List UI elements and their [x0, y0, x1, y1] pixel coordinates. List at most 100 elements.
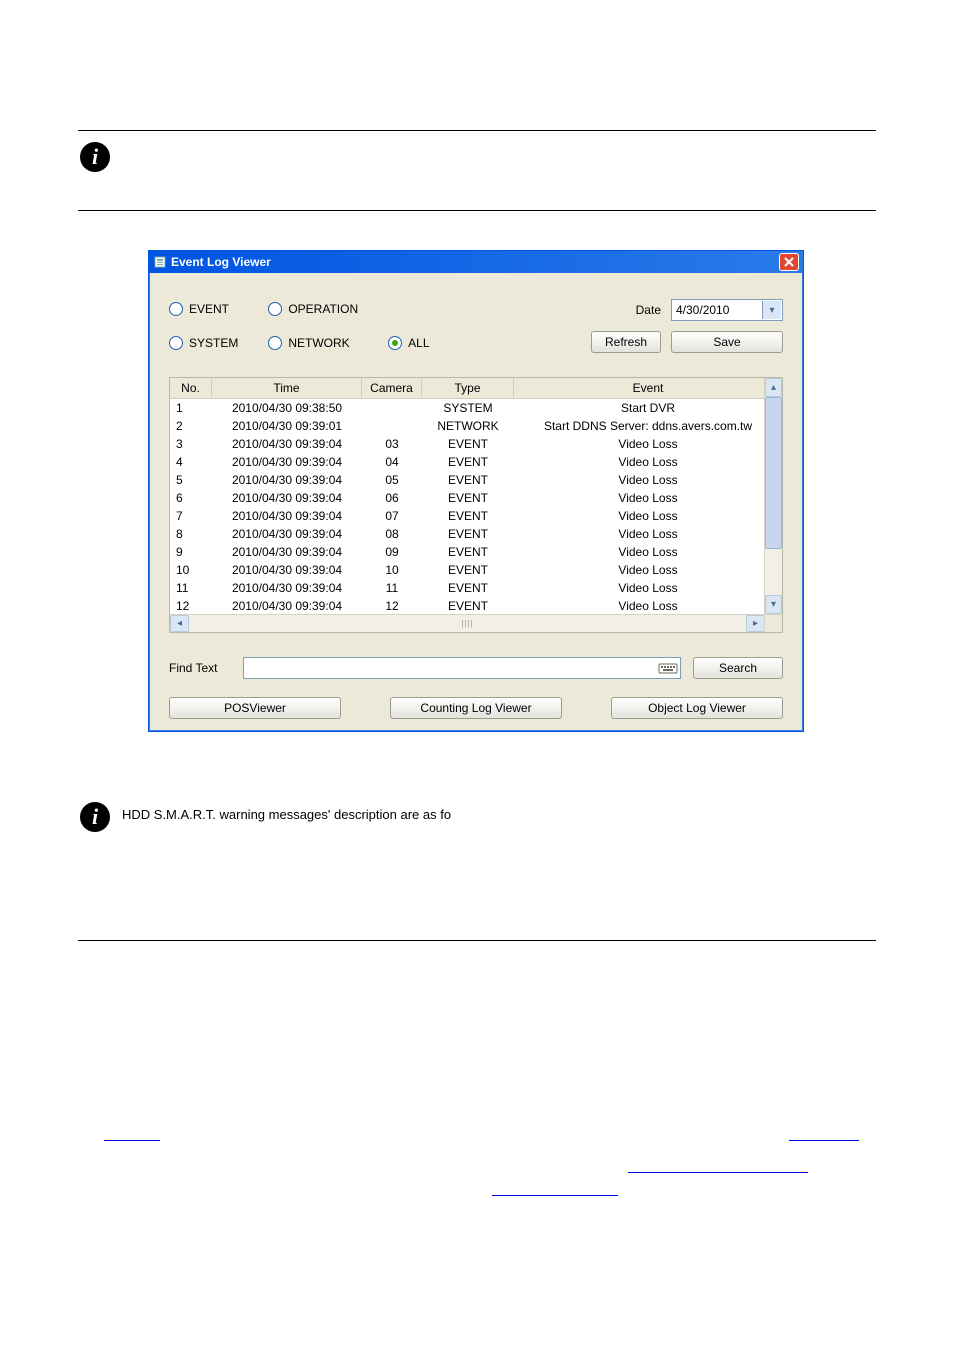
info-icon: i [80, 802, 110, 832]
col-time[interactable]: Time [212, 378, 362, 398]
cell-no: 5 [170, 471, 212, 489]
object-log-viewer-button[interactable]: Object Log Viewer [611, 697, 783, 719]
cell-event: Video Loss [514, 597, 782, 615]
table-row[interactable]: 42010/04/30 09:39:0404EVENTVideo Loss [170, 453, 782, 471]
scroll-left-button[interactable]: ◂ [170, 615, 189, 632]
table-row[interactable]: 12010/04/30 09:38:50SYSTEMStart DVR [170, 399, 782, 417]
cell-camera: 05 [362, 471, 422, 489]
counting-log-viewer-button[interactable]: Counting Log Viewer [390, 697, 562, 719]
chevron-right-icon: ▸ [753, 618, 758, 629]
cell-type: EVENT [422, 489, 514, 507]
cell-time: 2010/04/30 09:39:04 [212, 579, 362, 597]
col-no[interactable]: No. [170, 378, 212, 398]
cell-event: Video Loss [514, 489, 782, 507]
cell-time: 2010/04/30 09:39:04 [212, 597, 362, 615]
close-button[interactable] [779, 253, 799, 271]
table-row[interactable]: 102010/04/30 09:39:0410EVENTVideo Loss [170, 561, 782, 579]
cell-event: Video Loss [514, 453, 782, 471]
cell-time: 2010/04/30 09:39:04 [212, 525, 362, 543]
radio-system[interactable]: SYSTEM [169, 336, 238, 350]
scroll-right-button[interactable]: ▸ [746, 615, 765, 632]
scroll-up-button[interactable]: ▴ [765, 378, 782, 397]
cell-time: 2010/04/30 09:39:04 [212, 507, 362, 525]
cell-type: EVENT [422, 525, 514, 543]
cell-no: 11 [170, 579, 212, 597]
scroll-down-button[interactable]: ▾ [765, 595, 782, 614]
table-row[interactable]: 72010/04/30 09:39:0407EVENTVideo Loss [170, 507, 782, 525]
radio-system-label: SYSTEM [189, 336, 238, 350]
posviewer-button[interactable]: POSViewer [169, 697, 341, 719]
divider-top-2 [78, 210, 876, 211]
cell-camera: 10 [362, 561, 422, 579]
radio-all-label: ALL [408, 336, 429, 350]
table-row[interactable]: 32010/04/30 09:39:0403EVENTVideo Loss [170, 435, 782, 453]
table-row[interactable]: 62010/04/30 09:39:0406EVENTVideo Loss [170, 489, 782, 507]
scroll-h-track[interactable]: |||| [189, 615, 746, 632]
table-header: No. Time Camera Type Event [170, 378, 782, 399]
cell-camera: 11 [362, 579, 422, 597]
col-event[interactable]: Event [514, 378, 782, 398]
save-button[interactable]: Save [671, 331, 783, 353]
cell-type: NETWORK [422, 417, 514, 435]
cell-no: 8 [170, 525, 212, 543]
radio-dot-icon [169, 336, 183, 350]
date-picker[interactable]: ▾ [671, 299, 783, 321]
chevron-left-icon: ◂ [177, 618, 182, 629]
chevron-up-icon: ▴ [771, 382, 776, 393]
radio-network-label: NETWORK [288, 336, 349, 350]
radio-all[interactable]: ALL [388, 336, 429, 350]
cell-camera: 07 [362, 507, 422, 525]
radio-operation[interactable]: OPERATION [268, 302, 358, 316]
radio-dot-icon [268, 302, 282, 316]
cell-no: 7 [170, 507, 212, 525]
cell-time: 2010/04/30 09:38:50 [212, 399, 362, 417]
find-text-input[interactable] [244, 659, 658, 677]
cell-type: EVENT [422, 579, 514, 597]
cell-time: 2010/04/30 09:39:04 [212, 489, 362, 507]
table-row[interactable]: 82010/04/30 09:39:0408EVENTVideo Loss [170, 525, 782, 543]
find-text-field[interactable] [243, 657, 681, 679]
radio-network[interactable]: NETWORK [268, 336, 358, 350]
link-underline[interactable] [492, 1181, 618, 1196]
cell-type: EVENT [422, 453, 514, 471]
cell-event: Video Loss [514, 435, 782, 453]
cell-event: Start DDNS Server: ddns.avers.com.tw [514, 417, 782, 435]
window-title: Event Log Viewer [171, 255, 271, 269]
radio-dot-icon [169, 302, 183, 316]
table-row[interactable]: 22010/04/30 09:39:01NETWORKStart DDNS Se… [170, 417, 782, 435]
cell-time: 2010/04/30 09:39:01 [212, 417, 362, 435]
link-underline[interactable] [789, 1126, 859, 1144]
cell-camera: 09 [362, 543, 422, 561]
cell-time: 2010/04/30 09:39:04 [212, 543, 362, 561]
refresh-button[interactable]: Refresh [591, 331, 661, 353]
scroll-thumb[interactable] [765, 397, 782, 549]
cell-camera: 12 [362, 597, 422, 615]
cell-type: SYSTEM [422, 399, 514, 417]
cell-no: 6 [170, 489, 212, 507]
window-icon [153, 255, 167, 269]
table-row[interactable]: 92010/04/30 09:39:0409EVENTVideo Loss [170, 543, 782, 561]
cell-type: EVENT [422, 597, 514, 615]
search-button[interactable]: Search [693, 657, 783, 679]
event-log-table: No. Time Camera Type Event 12010/04/30 0… [169, 377, 783, 633]
col-type[interactable]: Type [422, 378, 514, 398]
cell-event: Video Loss [514, 579, 782, 597]
col-camera[interactable]: Camera [362, 378, 422, 398]
link-underline[interactable] [628, 1158, 808, 1173]
radio-event[interactable]: EVENT [169, 302, 238, 316]
cell-event: Video Loss [514, 471, 782, 489]
table-row[interactable]: 112010/04/30 09:39:0411EVENTVideo Loss [170, 579, 782, 597]
cell-type: EVENT [422, 561, 514, 579]
find-text-label: Find Text [169, 661, 231, 675]
cell-camera: 03 [362, 435, 422, 453]
date-input[interactable] [672, 303, 762, 317]
date-dropdown-button[interactable]: ▾ [762, 301, 781, 319]
cell-time: 2010/04/30 09:39:04 [212, 435, 362, 453]
link-underline[interactable] [104, 1126, 160, 1141]
horizontal-scrollbar[interactable]: ◂ |||| ▸ [170, 614, 765, 632]
keyboard-icon[interactable] [658, 660, 678, 676]
divider-top [78, 130, 876, 131]
table-row[interactable]: 122010/04/30 09:39:0412EVENTVideo Loss [170, 597, 782, 615]
table-row[interactable]: 52010/04/30 09:39:0405EVENTVideo Loss [170, 471, 782, 489]
vertical-scrollbar[interactable]: ▴ ▾ [764, 378, 782, 614]
